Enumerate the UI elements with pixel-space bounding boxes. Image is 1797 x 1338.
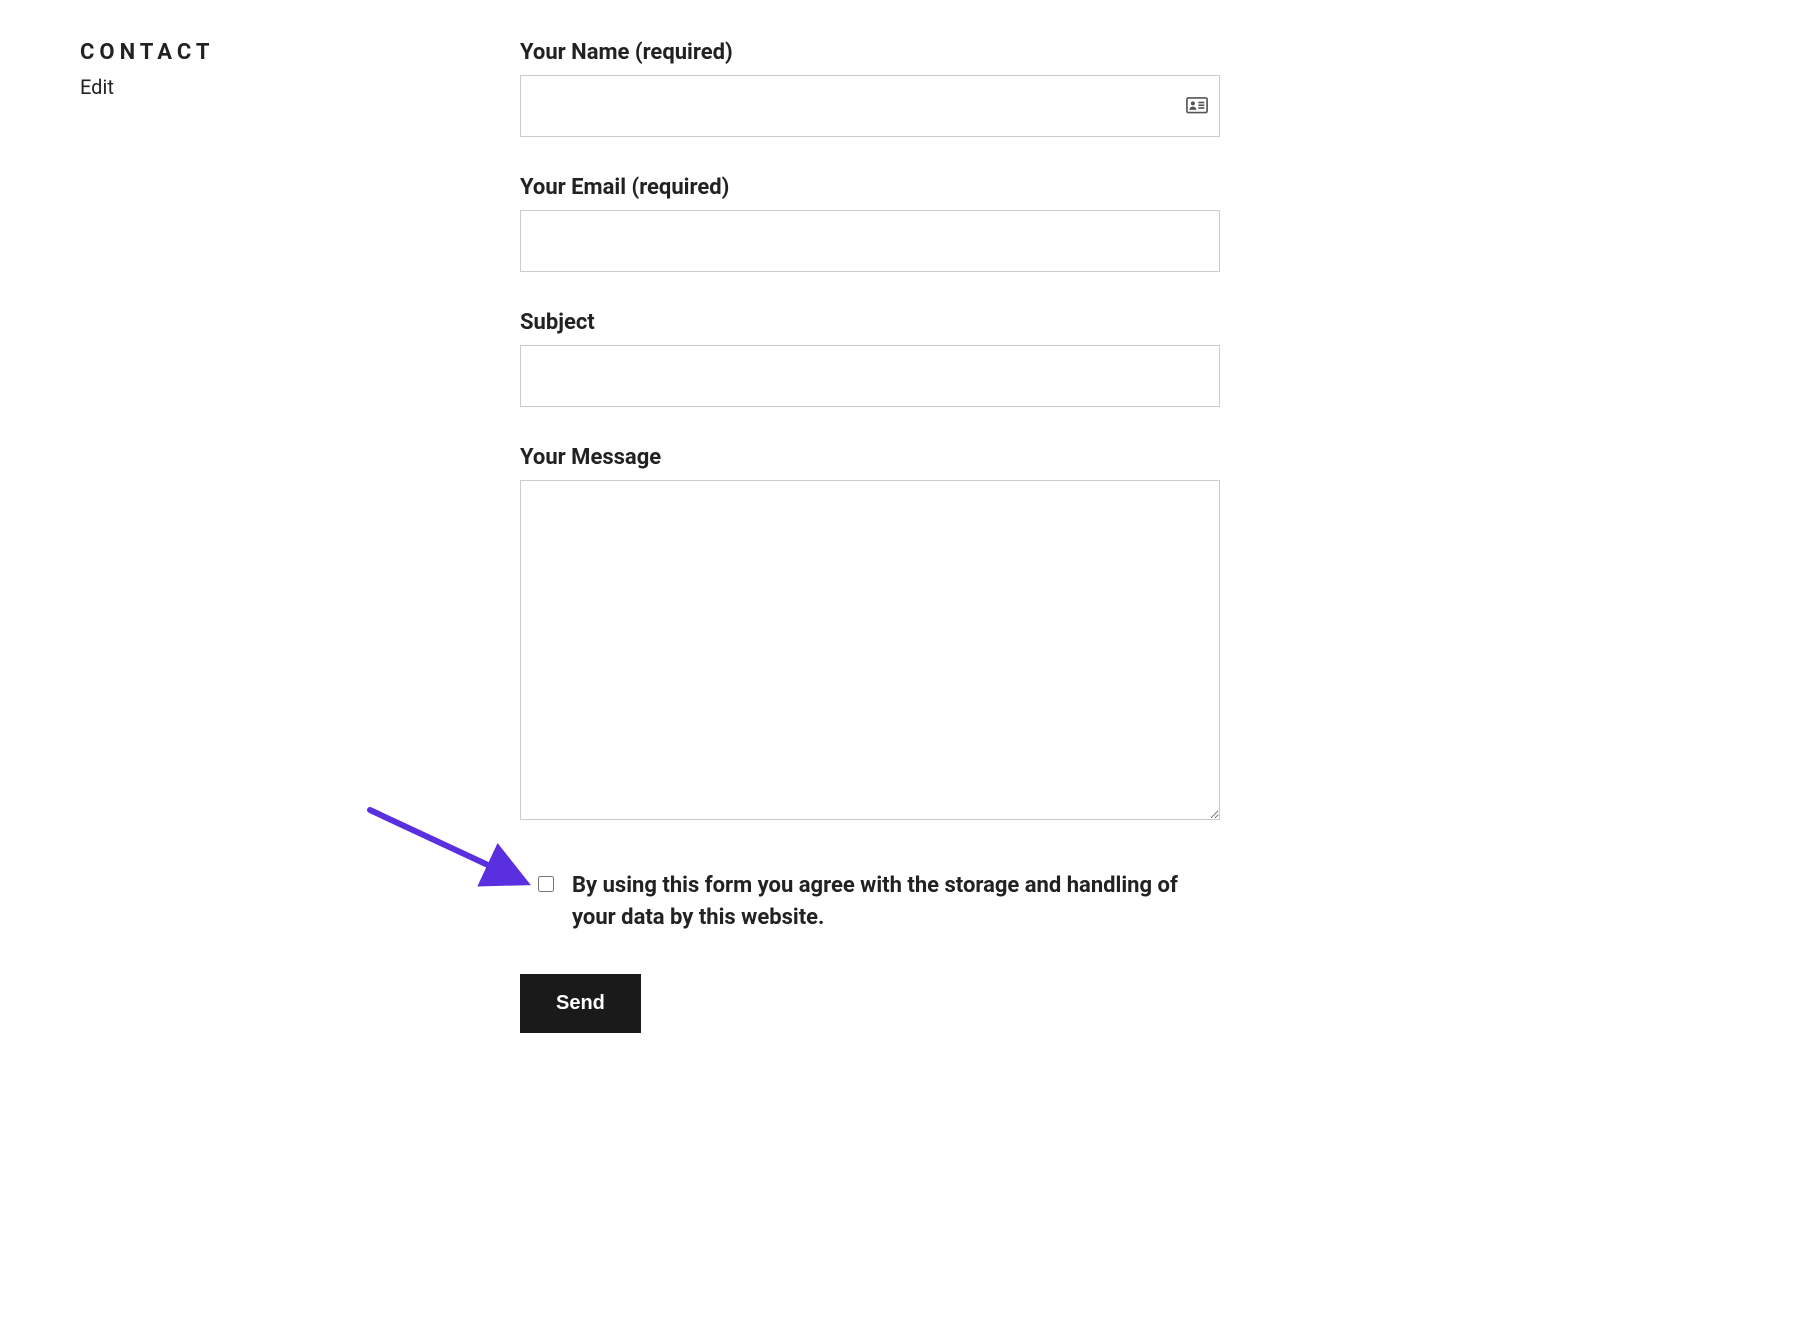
subject-input[interactable] bbox=[520, 345, 1220, 407]
sidebar: CONTACT Edit bbox=[80, 40, 460, 1033]
message-field-group: Your Message bbox=[520, 445, 1220, 824]
message-label: Your Message bbox=[520, 445, 1220, 470]
consent-label: By using this form you agree with the st… bbox=[572, 870, 1220, 934]
sidebar-title: CONTACT bbox=[80, 40, 460, 65]
email-label: Your Email (required) bbox=[520, 175, 1220, 200]
subject-field-group: Subject bbox=[520, 310, 1220, 407]
name-field-group: Your Name (required) bbox=[520, 40, 1220, 137]
email-field-group: Your Email (required) bbox=[520, 175, 1220, 272]
email-input[interactable] bbox=[520, 210, 1220, 272]
consent-row: By using this form you agree with the st… bbox=[520, 870, 1220, 934]
send-button[interactable]: Send bbox=[520, 974, 641, 1033]
id-card-icon bbox=[1186, 97, 1208, 115]
consent-checkbox[interactable] bbox=[538, 876, 554, 892]
contact-form: Your Name (required) Your Email (require… bbox=[520, 40, 1220, 1033]
message-textarea[interactable] bbox=[520, 480, 1220, 820]
edit-link[interactable]: Edit bbox=[80, 75, 460, 99]
name-label: Your Name (required) bbox=[520, 40, 1220, 65]
name-input[interactable] bbox=[520, 75, 1220, 137]
subject-label: Subject bbox=[520, 310, 1220, 335]
